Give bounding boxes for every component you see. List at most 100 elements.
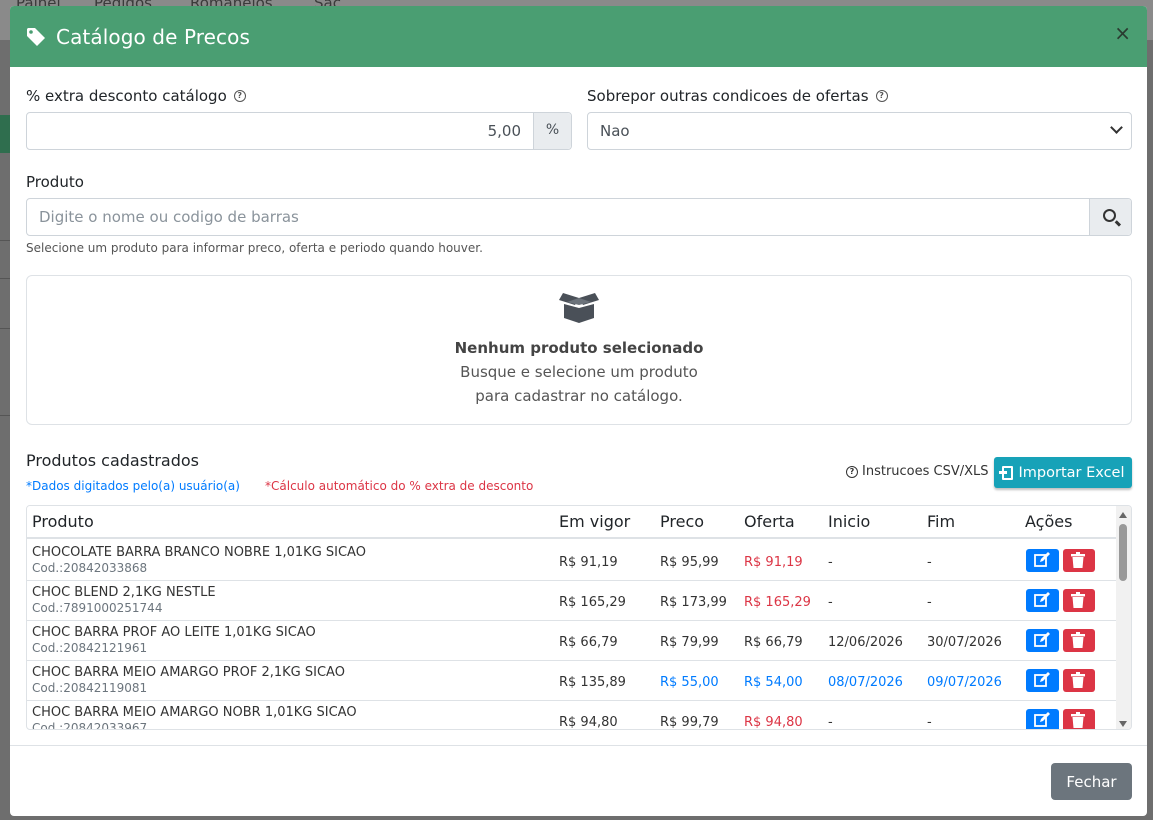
fim-value: 30/07/2026 [927,635,1002,650]
em-vigor-value: R$ 165,29 [559,595,626,610]
trash-icon [1071,552,1085,568]
col-fim[interactable]: Fim [927,512,955,531]
question-circle-icon: ? [846,465,858,478]
col-inicio[interactable]: Inicio [828,512,870,531]
product-search: Digite o nome ou codigo de barras [26,198,1132,236]
edit-icon [1034,712,1050,727]
delete-button[interactable] [1063,549,1095,572]
preco-value: R$ 99,79 [660,715,719,730]
empty-title: Nenhum produto selecionado [454,339,704,357]
modal-header: Catálogo de Precos × [10,6,1147,67]
trash-icon [1071,632,1085,648]
modal-title: Catálogo de Precos [56,24,251,49]
inicio-value: - [828,715,833,730]
product-name: CHOC BARRA PROF AO LEITE 1,01KG SICAO [32,625,316,640]
override-selected-value: Nao [600,122,630,140]
background-divider [0,415,10,416]
col-em-vigor[interactable]: Em vigor [559,512,630,531]
fim-value: 09/07/2026 [927,675,1002,690]
fim-value: - [927,715,932,730]
edit-button[interactable] [1026,589,1059,612]
preco-value: R$ 95,99 [660,555,719,570]
col-oferta[interactable]: Oferta [744,512,795,531]
close-button[interactable]: Fechar [1051,763,1132,800]
empty-line-1: Busque e selecione um produto [460,363,698,381]
preco-value: R$ 173,99 [660,595,727,610]
oferta-value: R$ 54,00 [744,675,803,690]
inicio-value: 12/06/2026 [828,635,903,650]
product-name: CHOCOLATE BARRA BRANCO NOBRE 1,01KG SICA… [32,545,366,560]
inicio-value: 08/07/2026 [828,675,903,690]
instructions-link[interactable]: ? Instrucoes CSV/XLS [846,464,989,479]
scroll-down-arrow[interactable] [1119,721,1127,727]
empty-line-2: para cadastrar no catálogo. [475,387,683,405]
table-row: CHOC BARRA MEIO AMARGO NOBR 1,01KG SICAO… [27,701,1117,730]
product-hint: Selecione um produto para informar preco… [26,241,483,255]
edit-button[interactable] [1026,549,1059,572]
edit-button[interactable] [1026,629,1059,652]
fim-value: - [927,595,932,610]
inicio-value: - [828,595,833,610]
file-import-icon [998,465,1013,480]
em-vigor-value: R$ 66,79 [559,635,618,650]
discount-field[interactable]: 5,00 % [26,112,572,150]
products-table: Produto Em vigor Preco Oferta Inicio Fim… [26,505,1132,730]
table-header: Produto Em vigor Preco Oferta Inicio Fim… [27,506,1117,539]
fim-value: - [927,555,932,570]
override-label-text: Sobrepor outras condicoes de ofertas [587,87,869,105]
table-row: CHOC BARRA PROF AO LEITE 1,01KG SICAO Co… [27,621,1117,661]
edit-icon [1034,592,1050,607]
note-user-data: *Dados digitados pelo(a) usuário(a) [26,479,240,493]
override-label: Sobrepor outras condicoes de ofertas ? [587,87,888,105]
product-code: Cod.:20842033868 [32,561,148,575]
edit-button[interactable] [1026,669,1059,692]
preco-value: R$ 79,99 [660,635,719,650]
product-code: Cod.:20842033967 [32,721,148,730]
search-button[interactable] [1089,199,1131,235]
delete-button[interactable] [1063,629,1095,652]
registered-title: Produtos cadastrados [26,451,199,470]
product-code: Cod.:20842119081 [32,681,148,695]
edit-button[interactable] [1026,709,1059,729]
delete-button[interactable] [1063,709,1095,729]
oferta-value: R$ 165,29 [744,595,811,610]
help-icon[interactable]: ? [233,90,246,102]
import-excel-button[interactable]: Importar Excel [994,457,1132,488]
box-open-icon [559,293,599,323]
scroll-up-arrow[interactable] [1119,512,1127,518]
background-bar [0,115,10,153]
scroll-thumb[interactable] [1119,524,1127,581]
product-name: CHOC BARRA MEIO AMARGO PROF 2,1KG SICAO [32,665,345,680]
delete-button[interactable] [1063,669,1095,692]
trash-icon [1071,712,1085,728]
override-select[interactable]: Nao [587,112,1132,150]
note-auto-calc: *Cálculo automático do % extra de descon… [265,479,534,493]
close-icon[interactable]: × [1114,23,1131,43]
background-divider [0,278,10,279]
col-produto[interactable]: Produto [32,512,94,531]
edit-icon [1034,632,1050,647]
discount-input[interactable]: 5,00 [27,113,533,149]
instructions-text: Instrucoes CSV/XLS [862,464,989,479]
help-icon[interactable]: ? [875,90,888,102]
table-row: CHOCOLATE BARRA BRANCO NOBRE 1,01KG SICA… [27,541,1117,581]
modal-footer: Fechar [10,745,1147,816]
trash-icon [1071,592,1085,608]
preco-value: R$ 55,00 [660,675,719,690]
product-label: Produto [26,173,84,191]
table-scrollbar[interactable] [1116,506,1131,729]
percent-addon: % [533,113,571,149]
product-name: CHOC BARRA MEIO AMARGO NOBR 1,01KG SICAO [32,705,357,720]
product-code: Cod.:20842121961 [32,641,148,655]
delete-button[interactable] [1063,589,1095,612]
em-vigor-value: R$ 94,80 [559,715,618,730]
em-vigor-value: R$ 91,19 [559,555,618,570]
empty-state: Nenhum produto selecionado Busque e sele… [26,275,1132,425]
chevron-down-icon [1110,121,1123,134]
product-search-input[interactable]: Digite o nome ou codigo de barras [27,199,1089,235]
catalog-modal: Catálogo de Precos × % extra desconto ca… [10,6,1147,816]
oferta-value: R$ 66,79 [744,635,803,650]
trash-icon [1071,672,1085,688]
col-preco[interactable]: Preco [660,512,704,531]
inicio-value: - [828,555,833,570]
